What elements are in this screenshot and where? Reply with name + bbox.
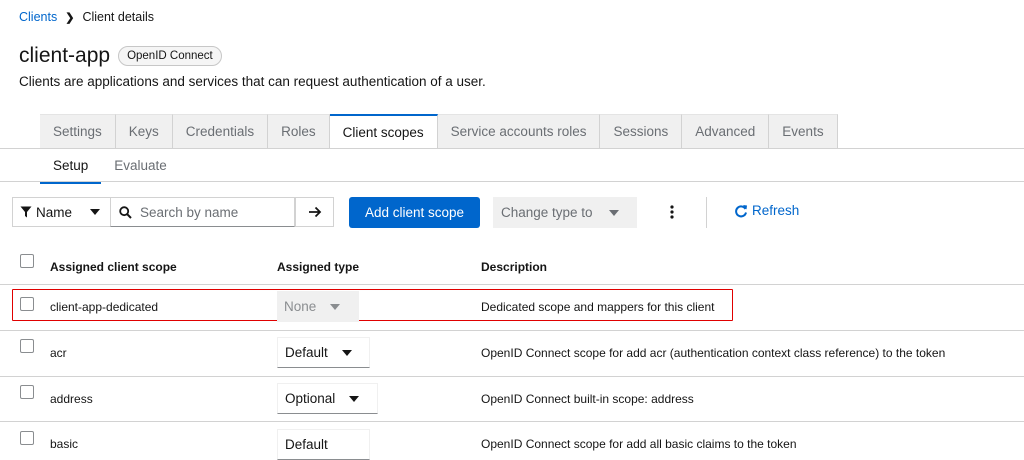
caret-down-icon (90, 209, 101, 215)
assigned-type-dropdown[interactable]: Default (277, 429, 370, 460)
arrow-right-icon (308, 206, 321, 218)
refresh-label: Refresh (752, 203, 800, 218)
caret-down-icon (608, 209, 619, 216)
scope-description: OpenID Connect built-in scope: address (481, 392, 694, 406)
breadcrumb-current: Client details (82, 10, 155, 24)
refresh-icon (735, 204, 747, 217)
subtab-setup[interactable]: Setup (40, 157, 102, 184)
scope-description: OpenID Connect scope for add acr (authen… (481, 346, 946, 360)
scope-name: basic (50, 437, 79, 451)
scope-description: OpenID Connect scope for add all basic c… (481, 437, 797, 451)
protocol-badge: OpenID Connect (118, 46, 222, 66)
search-input[interactable] (140, 204, 280, 220)
tab-advanced[interactable]: Advanced (682, 114, 770, 148)
row-checkbox[interactable] (20, 385, 34, 399)
tab-sessions[interactable]: Sessions (600, 114, 683, 148)
tab-roles[interactable]: Roles (268, 114, 330, 148)
tab-events[interactable]: Events (769, 114, 838, 148)
assigned-type-value: Default (285, 345, 328, 360)
assigned-type-value: Default (285, 437, 328, 452)
tab-keys[interactable]: Keys (115, 114, 173, 148)
column-header-description: Description (481, 260, 548, 274)
row-divider (0, 330, 1024, 331)
change-type-label: Change type to (501, 205, 593, 220)
client-scopes-subtabs: Setup Evaluate (40, 157, 180, 184)
row-divider (0, 421, 1024, 422)
page-title: client-app (19, 44, 111, 67)
assigned-type-value: None (284, 299, 317, 314)
row-checkbox[interactable] (20, 297, 34, 311)
assigned-type-dropdown: None (277, 291, 359, 322)
kebab-menu-button[interactable] (664, 200, 680, 224)
change-type-dropdown[interactable]: Change type to (493, 197, 637, 228)
assigned-type-value: Optional (285, 391, 336, 406)
tab-service-accounts-roles[interactable]: Service accounts roles (437, 114, 601, 148)
tabs-divider (0, 148, 1024, 149)
search-submit-button[interactable] (295, 197, 334, 227)
breadcrumb-clients-link[interactable]: Clients (19, 10, 57, 24)
add-client-scope-button[interactable]: Add client scope (349, 197, 480, 228)
column-header-type: Assigned type (277, 260, 360, 274)
page-header: client-app OpenID Connect (19, 44, 222, 68)
search-box (110, 197, 295, 227)
subtab-evaluate[interactable]: Evaluate (101, 157, 180, 184)
chevron-right-icon: ❯ (65, 11, 75, 24)
tab-settings[interactable]: Settings (40, 114, 116, 148)
caret-down-icon (330, 303, 341, 310)
row-divider (0, 284, 1024, 285)
toolbar-divider (706, 197, 707, 228)
page-subtitle: Clients are applications and services th… (19, 74, 486, 89)
tab-credentials[interactable]: Credentials (172, 114, 269, 148)
breadcrumb: Clients ❯ Client details (19, 10, 154, 24)
assigned-type-dropdown[interactable]: Default (277, 337, 370, 368)
caret-down-icon (349, 395, 360, 402)
kebab-icon (670, 205, 674, 219)
column-header-scope: Assigned client scope (50, 260, 177, 274)
row-divider (0, 376, 1024, 377)
select-all-checkbox[interactable] (20, 254, 34, 268)
filter-icon (20, 206, 32, 218)
search-icon (119, 205, 132, 219)
scope-link-client-app-dedicated[interactable]: client-app-dedicated (50, 300, 158, 314)
caret-down-icon (341, 349, 352, 356)
tab-client-scopes[interactable]: Client scopes (329, 114, 438, 148)
scope-description: Dedicated scope and mappers for this cli… (481, 300, 715, 314)
row-checkbox[interactable] (20, 431, 34, 445)
client-tabs: Settings Keys Credentials Roles Client s… (40, 114, 838, 148)
filter-label: Name (36, 204, 73, 220)
refresh-button[interactable]: Refresh (734, 203, 799, 218)
scope-name: acr (50, 346, 67, 360)
assigned-type-dropdown[interactable]: Optional (277, 383, 378, 414)
row-checkbox[interactable] (20, 339, 34, 353)
subtabs-divider (0, 181, 1024, 182)
scope-name: address (50, 392, 93, 406)
filter-attribute-dropdown[interactable]: Name (12, 197, 110, 227)
